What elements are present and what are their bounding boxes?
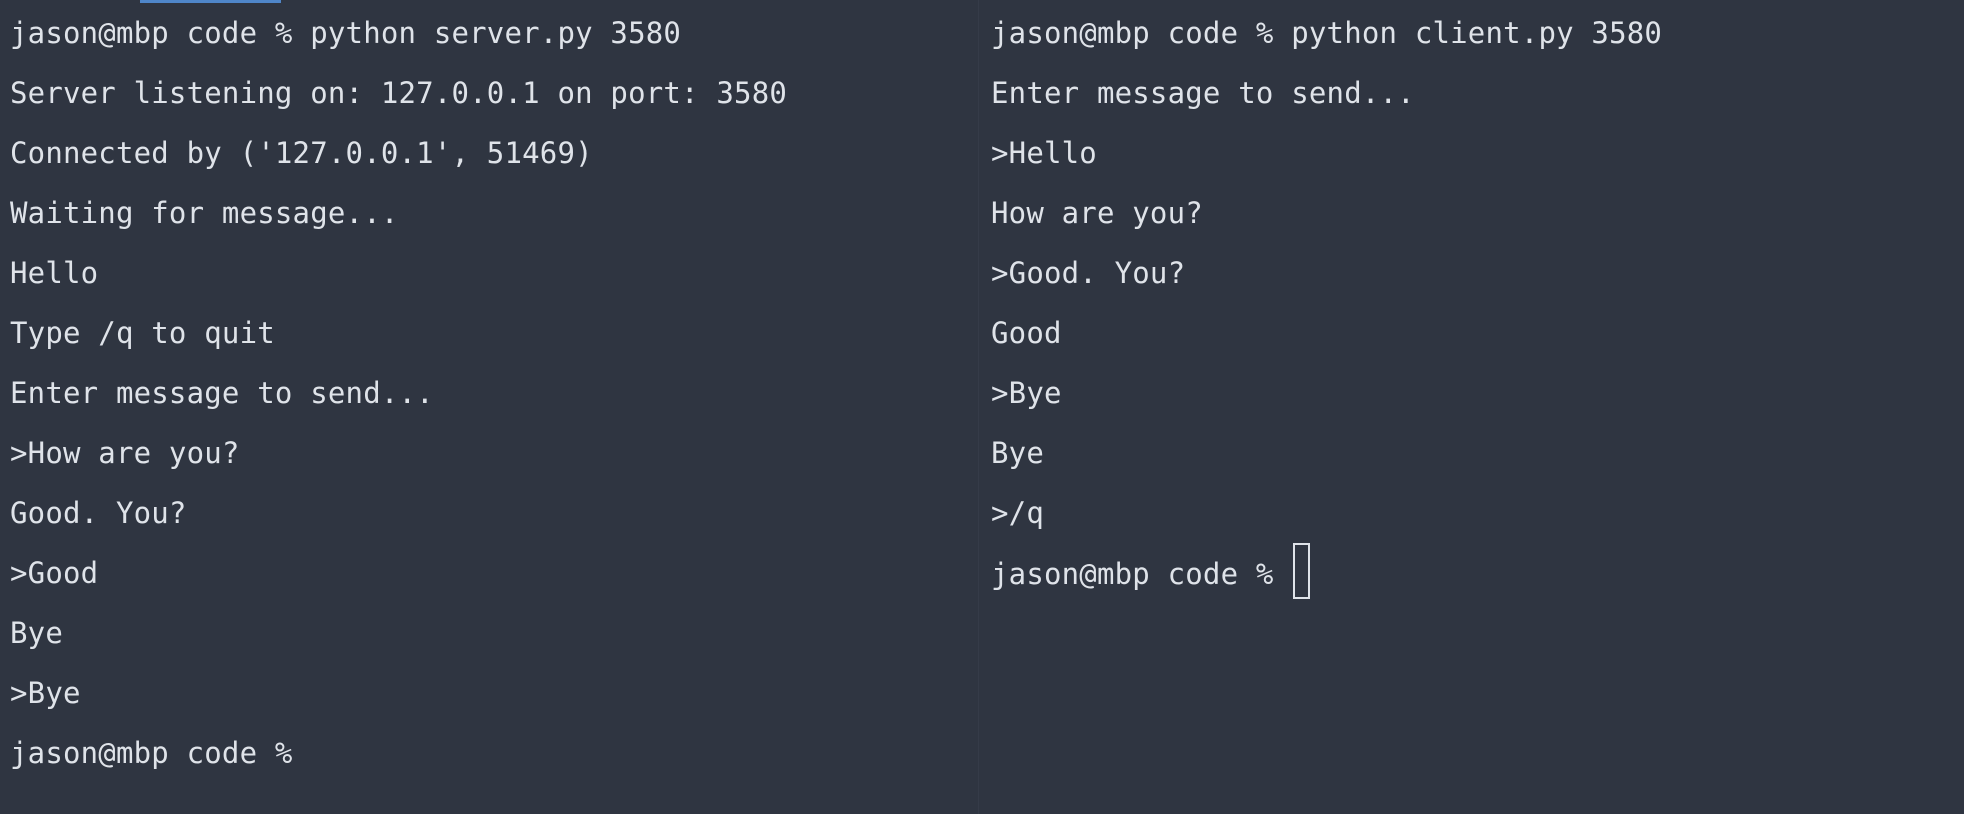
terminal-prompt: jason@mbp code % (991, 557, 1292, 591)
terminal-line: Waiting for message... (10, 196, 399, 230)
terminal-active-prompt-line[interactable]: jason@mbp code % (991, 543, 1964, 613)
terminal-line: >How are you? (10, 436, 240, 470)
terminal-line: Hello (10, 256, 99, 290)
terminal-line: jason@mbp code % python client.py 3580 (991, 16, 1663, 50)
server-terminal-pane[interactable]: jason@mbp code % python server.py 3580 S… (0, 0, 978, 814)
terminal-line: Bye (991, 436, 1044, 470)
terminal-line: Good (991, 316, 1062, 350)
terminal-line: Type /q to quit (10, 316, 275, 350)
terminal-line: Enter message to send... (10, 376, 434, 410)
terminal-line: Bye (10, 616, 63, 650)
terminal-line: jason@mbp code % python server.py 3580 (10, 16, 682, 50)
active-tab-indicator (140, 0, 281, 3)
text-cursor (1293, 543, 1311, 599)
terminal-prompt: jason@mbp code % (10, 736, 293, 770)
terminal-line: Enter message to send... (991, 76, 1415, 110)
terminal-line: >Bye (10, 676, 81, 710)
terminal-line: >/q (991, 496, 1044, 530)
client-terminal-pane[interactable]: jason@mbp code % python client.py 3580 E… (979, 0, 1964, 814)
terminal-window: jason@mbp code % python server.py 3580 S… (0, 0, 1964, 814)
terminal-line: How are you? (991, 196, 1203, 230)
terminal-line: Server listening on: 127.0.0.1 on port: … (10, 76, 788, 110)
terminal-line: >Hello (991, 136, 1097, 170)
terminal-line: >Good (10, 556, 99, 590)
terminal-line: >Good. You? (991, 256, 1186, 290)
terminal-line: >Bye (991, 376, 1062, 410)
terminal-line: Good. You? (10, 496, 187, 530)
terminal-line: Connected by ('127.0.0.1', 51469) (10, 136, 593, 170)
